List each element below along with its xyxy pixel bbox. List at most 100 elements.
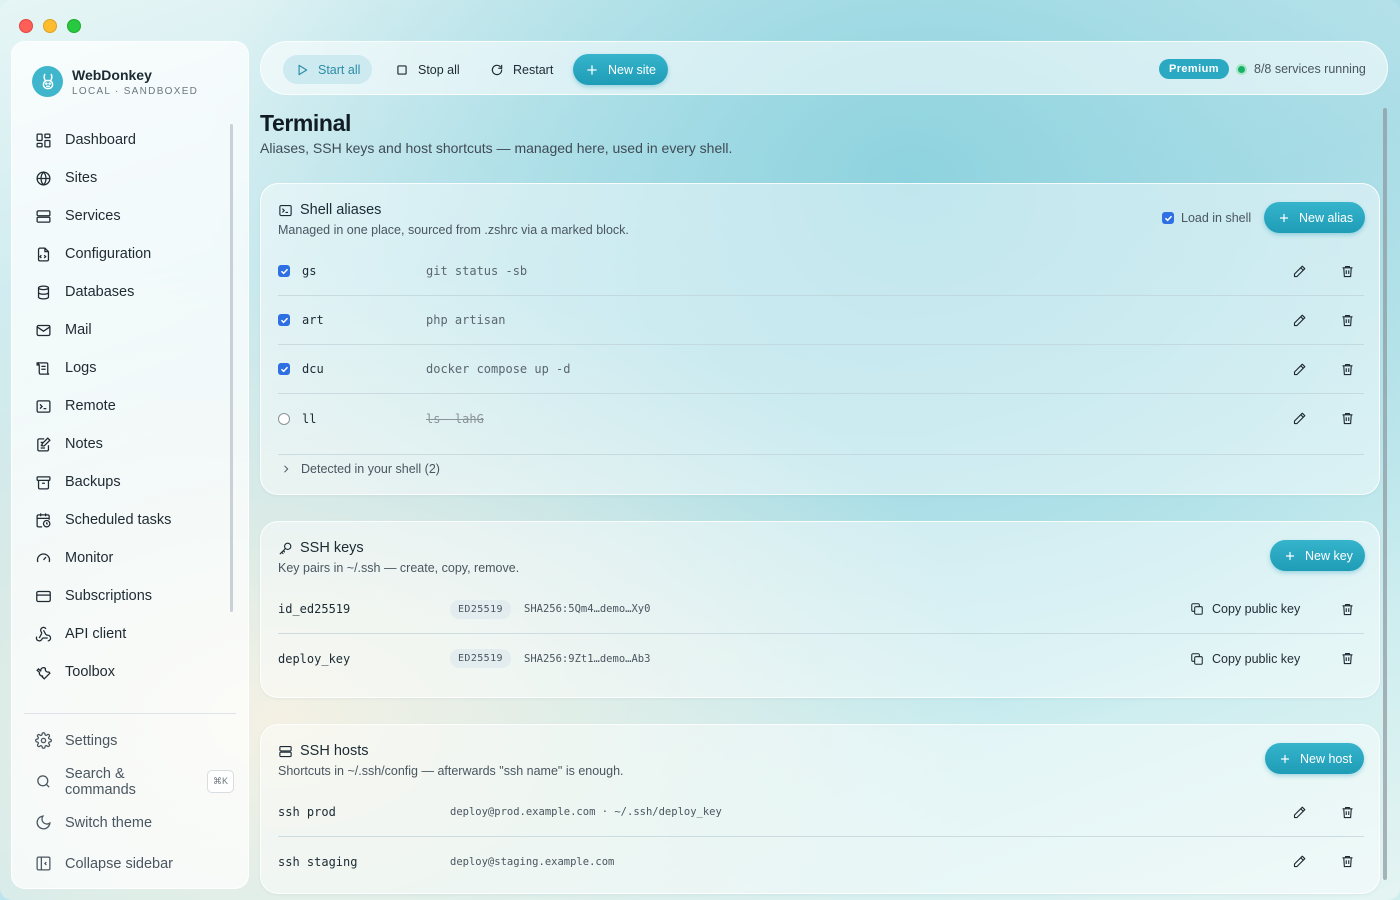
delete-host-button[interactable] xyxy=(1337,852,1357,872)
premium-badge: Premium xyxy=(1159,59,1229,79)
new-site-button[interactable]: New site xyxy=(573,54,668,85)
alias-command: git status -sb xyxy=(426,264,528,278)
new-host-button[interactable]: New host xyxy=(1265,743,1365,774)
new-alias-label: New alias xyxy=(1299,210,1354,225)
alias-command: ls -lahG xyxy=(426,411,484,426)
sidebar-item-dashboard[interactable]: Dashboard xyxy=(24,121,230,159)
delete-host-button[interactable] xyxy=(1337,802,1357,822)
stop-all-label: Stop all xyxy=(418,62,460,77)
host-target: deploy@prod.example.com · ~/.ssh/deploy_… xyxy=(450,806,722,818)
sidebar-scrollbar[interactable] xyxy=(230,124,233,612)
edit-host-button[interactable] xyxy=(1289,852,1309,872)
sidebar-item-label: API client xyxy=(65,626,127,642)
card-title: Shell aliases xyxy=(300,202,382,218)
alias-name: ll xyxy=(302,411,317,426)
sidebar-item-scheduled-tasks[interactable]: Scheduled tasks xyxy=(24,501,230,539)
chevron-right-icon xyxy=(284,465,289,473)
load-in-shell-checkbox[interactable] xyxy=(1162,212,1174,224)
zoom-window-button[interactable] xyxy=(67,19,81,33)
alias-enabled-checkbox[interactable] xyxy=(278,314,290,326)
database-icon xyxy=(37,284,50,300)
sidebar-item-sites[interactable]: Sites xyxy=(24,159,230,197)
sidebar-item-subscriptions[interactable]: Subscriptions xyxy=(24,577,230,615)
ssh-host-row: ssh prod deploy@prod.example.com · ~/.ss… xyxy=(278,788,1364,837)
search-label: Search & commands xyxy=(65,765,136,798)
restart-button[interactable]: Restart xyxy=(478,55,565,84)
dashboard-icon xyxy=(36,132,51,148)
delete-key-button[interactable] xyxy=(1337,599,1357,619)
terminal-icon xyxy=(36,399,51,413)
key-name: deploy_key xyxy=(278,651,351,666)
sidebar-item-databases[interactable]: Databases xyxy=(24,273,230,311)
notes-icon xyxy=(37,436,51,452)
sidebar-item-remote[interactable]: Remote xyxy=(24,387,230,425)
minimize-window-button[interactable] xyxy=(43,19,57,33)
stop-icon xyxy=(397,64,407,75)
alias-command: php artisan xyxy=(426,313,506,327)
sidebar-item-label: Backups xyxy=(65,474,121,490)
switch-theme-button[interactable]: Switch theme xyxy=(24,802,236,843)
edit-alias-button[interactable] xyxy=(1289,409,1309,429)
close-window-button[interactable] xyxy=(19,19,33,33)
edit-alias-button[interactable] xyxy=(1289,310,1309,330)
search-commands-button[interactable]: Search & commands ⌘K xyxy=(24,761,236,802)
alias-command: docker compose up -d xyxy=(426,362,571,376)
sidebar-item-logs[interactable]: Logs xyxy=(24,349,230,387)
alias-enabled-checkbox[interactable] xyxy=(278,265,290,277)
card-header: SSH hosts Shortcuts in ~/.ssh/config — a… xyxy=(278,743,624,778)
sidebar-item-backups[interactable]: Backups xyxy=(24,463,230,501)
brand-name: WebDonkey xyxy=(72,66,152,83)
trash-icon xyxy=(1342,652,1352,665)
delete-alias-button[interactable] xyxy=(1337,310,1357,330)
new-key-button[interactable]: New key xyxy=(1270,540,1365,571)
terminal-icon xyxy=(279,204,292,216)
detected-aliases-label: Detected in your shell (2) xyxy=(301,462,440,476)
settings-button[interactable]: Settings xyxy=(24,720,236,761)
sidebar-item-monitor[interactable]: Monitor xyxy=(24,539,230,577)
edit-alias-button[interactable] xyxy=(1289,359,1309,379)
main-scrollbar[interactable] xyxy=(1383,108,1387,880)
sidebar-item-mail[interactable]: Mail xyxy=(24,311,230,349)
alias-enabled-checkbox[interactable] xyxy=(278,363,290,375)
sidebar-item-api-client[interactable]: API client xyxy=(24,615,230,653)
start-all-button[interactable]: Start all xyxy=(283,55,373,84)
collapse-sidebar-label: Collapse sidebar xyxy=(65,855,174,872)
play-icon xyxy=(298,64,308,75)
sidebar-item-notes[interactable]: Notes xyxy=(24,425,230,463)
keyboard-shortcut: ⌘K xyxy=(206,770,234,793)
load-in-shell-label: Load in shell xyxy=(1181,211,1252,225)
collapse-sidebar-button[interactable]: Collapse sidebar xyxy=(24,843,236,884)
stop-all-button[interactable]: Stop all xyxy=(383,55,472,84)
delete-alias-button[interactable] xyxy=(1337,409,1357,429)
sidebar-item-configuration[interactable]: Configuration xyxy=(24,235,230,273)
wrench-icon xyxy=(36,666,51,680)
new-host-label: New host xyxy=(1300,751,1353,766)
key-type-badge: ED25519 xyxy=(450,599,511,619)
card-title: SSH keys xyxy=(300,540,364,556)
edit-host-button[interactable] xyxy=(1289,802,1309,822)
sidebar-item-toolbox[interactable]: Toolbox xyxy=(24,653,230,691)
pencil-icon xyxy=(1293,806,1305,818)
alias-name: gs xyxy=(302,264,317,278)
alias-enabled-checkbox[interactable] xyxy=(278,412,290,425)
logs-icon xyxy=(36,361,50,375)
load-in-shell-toggle[interactable]: Load in shell xyxy=(1162,211,1251,225)
sidebar-item-services[interactable]: Services xyxy=(24,197,230,235)
edit-alias-button[interactable] xyxy=(1289,261,1309,281)
delete-alias-button[interactable] xyxy=(1337,359,1357,379)
copy-public-key-button[interactable]: Copy public key xyxy=(1190,602,1300,616)
new-alias-button[interactable]: New alias xyxy=(1264,202,1366,233)
delete-key-button[interactable] xyxy=(1337,649,1357,669)
detected-aliases-toggle[interactable]: Detected in your shell (2) xyxy=(278,462,440,476)
sidebar-item-label: Remote xyxy=(65,398,116,414)
shell-aliases-card: Shell aliases Managed in one place, sour… xyxy=(260,183,1380,495)
card-description: Shortcuts in ~/.ssh/config — afterwards … xyxy=(278,764,624,778)
sidebar-item-label: Mail xyxy=(65,322,92,338)
globe-icon xyxy=(36,170,51,186)
archive-icon xyxy=(36,475,51,490)
trash-icon xyxy=(1342,363,1352,375)
key-fingerprint: SHA256:5Qm4…demo…Xy0 xyxy=(524,603,651,615)
copy-public-key-button[interactable]: Copy public key xyxy=(1190,652,1300,666)
delete-alias-button[interactable] xyxy=(1337,261,1357,281)
card-header: Shell aliases Managed in one place, sour… xyxy=(278,202,629,237)
